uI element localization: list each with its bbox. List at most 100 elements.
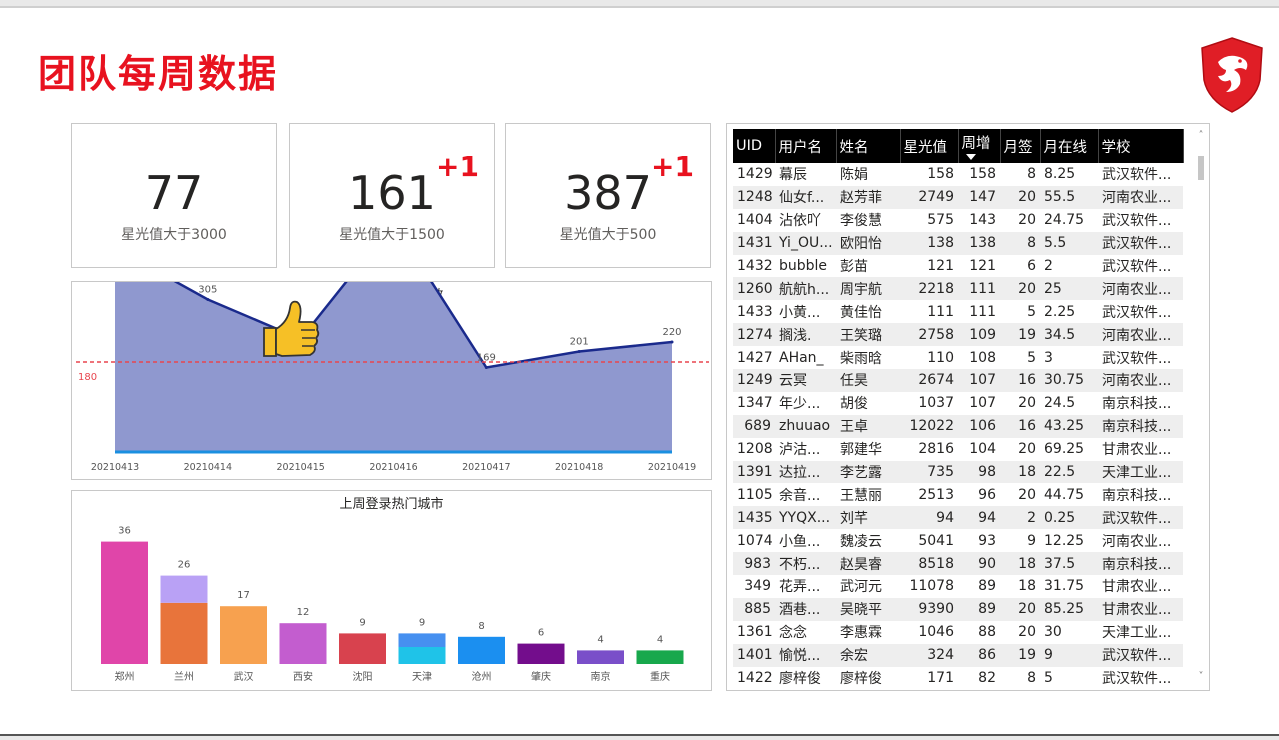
table-cell: 廖梓俊	[779, 671, 821, 688]
table-cell: 1433	[737, 303, 773, 320]
table-cell: 1432	[737, 258, 773, 274]
table-row[interactable]: 1361 念念 李惠霖 1046 88 20 30 天津工业...	[733, 621, 1183, 644]
data-point	[577, 350, 581, 353]
data-label: 26	[178, 560, 191, 571]
table-cell: 河南农业...	[1098, 277, 1183, 301]
table-cell: 愉悦...	[775, 643, 836, 667]
table-row[interactable]: 1208 泸沽... 郭建华 2816 104 20 69.25 甘肃农业...	[733, 438, 1183, 461]
table-cell: 55.5	[1040, 185, 1098, 209]
table-row[interactable]: 1074 小鱼... 魏凌云 5041 93 9 12.25 河南农业...	[733, 529, 1183, 552]
table-cell: 16	[1000, 369, 1040, 392]
table-cell: 河南农业...	[1098, 323, 1183, 347]
table-cell: 20	[1018, 441, 1036, 458]
data-label: 201	[570, 337, 589, 348]
table-cell: 5	[1027, 349, 1036, 366]
bar	[339, 633, 386, 664]
table-cell: 2513	[918, 486, 954, 503]
table-row[interactable]: 1433 小黄... 黄佳怡 111 111 5 2.25 武汉软件...	[733, 300, 1183, 323]
x-tick-label: 郑州	[115, 670, 135, 683]
table-cell: YYQX...	[775, 506, 836, 530]
table-cell: 2218	[900, 277, 958, 301]
scroll-thumb[interactable]	[1198, 156, 1204, 180]
table-cell: 20	[1018, 624, 1036, 641]
table-row[interactable]: 1401 愉悦... 余宏 324 86 19 9 武汉软件...	[733, 643, 1183, 667]
table-row[interactable]: 689 zhuuao 王卓 12022 106 16 43.25 南京科技...	[733, 414, 1183, 438]
data-label: 4	[597, 634, 603, 645]
table-cell: 李艺露	[836, 460, 900, 484]
table-row[interactable]: 1432 bubble 彭苗 121 121 6 2 武汉软件...	[733, 255, 1183, 278]
x-tick-label: 20210414	[184, 462, 232, 473]
table-row[interactable]: 1422 廖梓俊 廖梓俊 171 82 8 5 武汉软件...	[733, 667, 1183, 690]
table-row[interactable]: 885 酒巷... 吴晓平 9390 89 20 85.25 甘肃农业...	[733, 597, 1183, 621]
table-row[interactable]: 1347 年少... 胡俊 1037 107 20 24.5 南京科技...	[733, 392, 1183, 415]
table-row[interactable]: 1260 航航h... 周宇航 2218 111 20 25 河南农业...	[733, 277, 1183, 301]
table-row[interactable]: 1248 仙女f... 赵芳菲 2749 147 20 55.5 河南农业...	[733, 185, 1183, 209]
table-cell: 吴晓平	[836, 597, 900, 621]
table-row[interactable]: 349 花弄... 武河元 11078 89 18 31.75 甘肃农业...	[733, 575, 1183, 598]
table-cell: 19	[1000, 643, 1040, 667]
table-row[interactable]: 1274 搁浅. 王笑璐 2758 109 19 34.5 河南农业...	[733, 323, 1183, 347]
column-header-uid[interactable]: UID	[733, 129, 776, 163]
x-tick-label: 南京	[591, 670, 611, 683]
column-header-school[interactable]: 学校	[1098, 129, 1184, 163]
data-label: 12	[297, 607, 310, 618]
table-cell: 121	[927, 258, 954, 274]
table-cell: 余宏	[836, 643, 900, 667]
table-cell: 735	[900, 460, 958, 484]
scroll-up-icon[interactable]: ˄	[1195, 130, 1207, 141]
table-cell: 1249	[733, 369, 775, 392]
table-cell: 任昊	[836, 369, 900, 392]
area-fill	[115, 282, 672, 452]
column-header-monthly-online[interactable]: 月在线	[1040, 129, 1099, 163]
table-cell: 武汉软件...	[1102, 167, 1172, 184]
table-cell: 12022	[900, 414, 958, 438]
page-title: 团队每周数据	[38, 52, 279, 96]
column-header-weekly-increase[interactable]: 周增	[958, 129, 1001, 163]
table-cell: 575	[927, 212, 954, 229]
window-top-frame	[0, 0, 1279, 8]
column-header-starlight[interactable]: 星光值	[900, 129, 959, 163]
table-row[interactable]: 1431 Yi_OU... 欧阳怡 138 138 8 5.5 武汉软件...	[733, 231, 1183, 255]
x-tick-label: 肇庆	[531, 670, 551, 683]
table-cell: 武汉软件...	[1098, 231, 1183, 255]
table-cell: 18	[1018, 578, 1036, 595]
table-row[interactable]: 1105 余音... 王慧丽 2513 96 20 44.75 南京科技...	[733, 483, 1183, 506]
table-scrollbar[interactable]: ˄ ˅	[1195, 130, 1207, 686]
table-cell: 93	[978, 532, 996, 549]
table-cell: 8	[1027, 670, 1036, 687]
table-row[interactable]: 1427 AHan_ 柴雨晗 110 108 5 3 武汉软件...	[733, 346, 1183, 369]
table-cell: 8	[1027, 166, 1036, 183]
table-cell: 44.75	[1044, 486, 1085, 503]
column-header-monthly-checkin[interactable]: 月签	[1000, 129, 1041, 163]
x-tick-label: 20210417	[462, 462, 510, 473]
table-row[interactable]: 1391 达拉... 李艺露 735 98 18 22.5 天津工业...	[733, 460, 1183, 484]
table-cell: 余音...	[779, 487, 821, 504]
table-row[interactable]: 983 不朽... 赵昊睿 8518 90 18 37.5 南京科技...	[733, 552, 1183, 576]
table-cell: 南京科技...	[1102, 487, 1172, 504]
column-header-username[interactable]: 用户名	[775, 129, 837, 163]
table-cell: 12.25	[1044, 532, 1085, 549]
table-cell: 3	[1044, 349, 1053, 366]
table-cell: 1347	[737, 395, 773, 412]
table-cell: 航航h...	[775, 277, 836, 301]
bar	[220, 606, 267, 664]
data-point	[206, 298, 210, 301]
scroll-down-icon[interactable]: ˅	[1195, 671, 1207, 682]
table-cell: 121	[969, 258, 996, 274]
table-cell: 武河元	[840, 579, 882, 596]
kpi-change-badge: +1	[651, 150, 694, 183]
table-row[interactable]: 1404 沾依吖 李俊慧 575 143 20 24.75 武汉软件...	[733, 209, 1183, 232]
table-cell: 104	[969, 441, 996, 458]
table-cell: 18	[1000, 552, 1040, 576]
table-cell: 158	[927, 166, 954, 183]
table-cell: 王笑璐	[836, 323, 900, 347]
table-row[interactable]: 1435 YYQX... 刘芊 94 94 2 0.25 武汉软件...	[733, 506, 1183, 530]
column-header-name[interactable]: 姓名	[836, 129, 901, 163]
bar	[458, 636, 505, 664]
member-stats-table: UID 用户名 姓名 星光值 周增 月签 月在线 学校 1429 幕辰 陈娟 158 1…	[726, 123, 1210, 691]
area-chart-svg: 1804083052264591692012202021041320210414…	[76, 282, 709, 473]
table-row[interactable]: 1249 云冥 任昊 2674 107 16 30.75 河南农业...	[733, 369, 1183, 392]
table-row[interactable]: 1429 幕辰 陈娟 158 158 8 8.25 武汉软件...	[733, 163, 1183, 186]
table-cell: 8	[1000, 231, 1040, 255]
table-cell: 2674	[900, 369, 958, 392]
